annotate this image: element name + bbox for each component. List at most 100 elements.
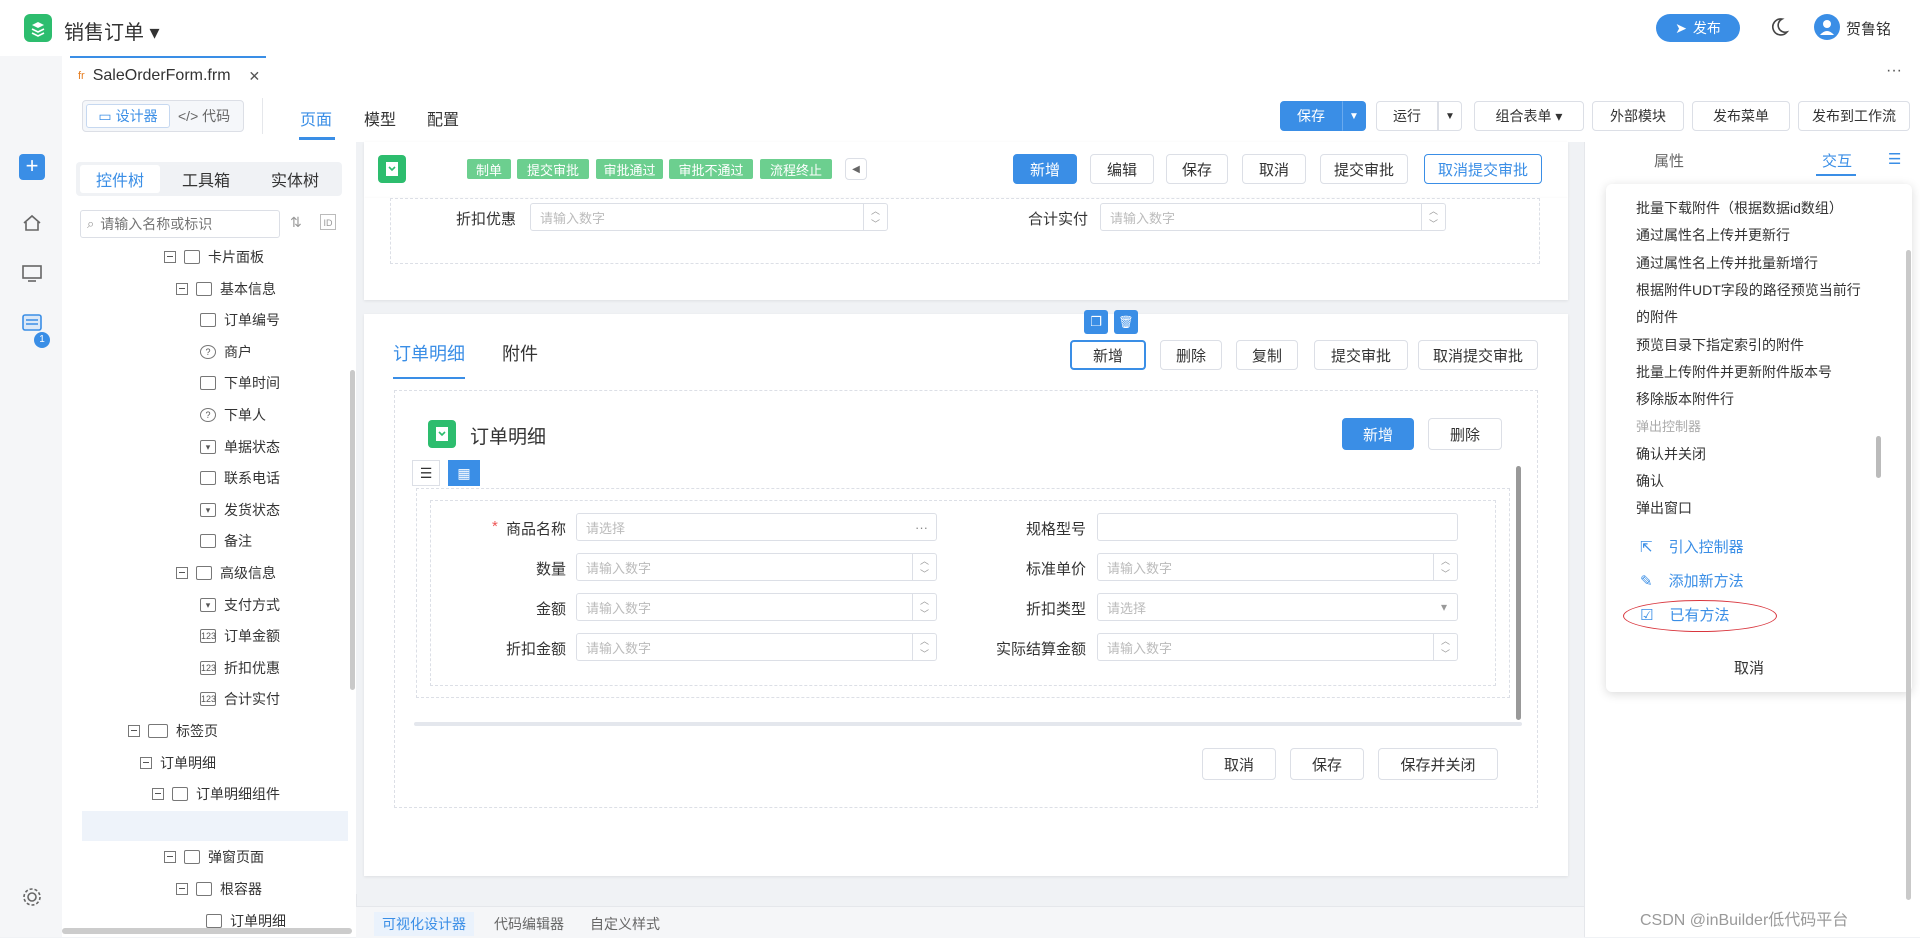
collapse-toggle-icon[interactable]: [140, 756, 152, 769]
detail-horizontal-scrollbar[interactable]: [414, 722, 1522, 726]
file-tab[interactable]: fr SaleOrderForm.frm ✕: [70, 56, 266, 94]
trash-icon[interactable]: 🗑: [1114, 310, 1138, 334]
toolbar-button[interactable]: 编辑: [1090, 154, 1154, 184]
settings-icon[interactable]: [19, 884, 45, 910]
collapse-toggle-icon[interactable]: [176, 567, 188, 579]
avatar[interactable]: [1814, 14, 1840, 40]
username[interactable]: 贺鲁铭: [1846, 18, 1891, 39]
toolbar-button[interactable]: 保存: [1166, 154, 1228, 184]
toolbar-button[interactable]: 保存: [1290, 748, 1364, 780]
tree-node[interactable]: 卡片面板: [164, 244, 264, 270]
tree-node[interactable]: 弹窗页面: [164, 844, 264, 870]
tab-entity-tree[interactable]: 实体树: [252, 165, 338, 193]
stepper-icon[interactable]: ︿ ﹀: [1433, 634, 1457, 660]
app-title[interactable]: 销售订单 ▾: [64, 16, 160, 45]
tree-search-input[interactable]: [98, 215, 263, 233]
status-tag[interactable]: 审批不通过: [669, 159, 753, 179]
tree-node[interactable]: ▾ 支付方式: [200, 592, 280, 618]
save-button[interactable]: 保存: [1280, 101, 1342, 131]
tab-properties[interactable]: 属性: [1654, 150, 1684, 171]
stepper-icon[interactable]: ︿ ﹀: [912, 634, 936, 660]
tree-node[interactable]: 订单编号: [200, 307, 280, 333]
method-item[interactable]: 预览目录下指定索引的附件: [1636, 335, 1804, 355]
total-paid-input[interactable]: 请输入数字 ︿ ﹀: [1100, 203, 1446, 231]
tab-interaction[interactable]: 交互: [1822, 150, 1852, 171]
list-menu-icon[interactable]: ☰: [1888, 150, 1901, 168]
publish-button[interactable]: ➤ 发布: [1656, 14, 1740, 42]
tree-node[interactable]: 高级信息: [176, 560, 276, 586]
method-item[interactable]: 批量上传附件并更新附件版本号: [1636, 362, 1832, 382]
method-item[interactable]: 弹出窗口: [1636, 498, 1692, 518]
collapse-toggle-icon[interactable]: [176, 282, 188, 295]
code-mode-button[interactable]: </> 代码: [178, 106, 230, 126]
toolbar-button[interactable]: 提交审批: [1314, 340, 1408, 370]
combo-form-button[interactable]: 组合表单 ▾: [1474, 101, 1584, 131]
tree-node[interactable]: 123 合计实付: [200, 686, 280, 712]
toolbar-button[interactable]: 取消: [1242, 154, 1306, 184]
popup-scrollbar[interactable]: [1876, 436, 1881, 478]
close-icon[interactable]: ✕: [249, 68, 261, 85]
copy-icon[interactable]: ❐: [1084, 310, 1108, 334]
toolbar-button[interactable]: 取消提交审批: [1418, 340, 1538, 370]
discount-type-select[interactable]: 请选择 ▾: [1097, 593, 1458, 621]
method-item[interactable]: 的附件: [1636, 307, 1678, 327]
quantity-input[interactable]: 请输入数字 ︿ ﹀: [576, 553, 937, 581]
publish-workflow-button[interactable]: 发布到工作流: [1798, 101, 1910, 131]
stepper-icon[interactable]: ︿ ﹀: [1433, 554, 1457, 580]
tree-node[interactable]: ▾ 单据状态: [200, 434, 280, 460]
panel-scrollbar[interactable]: [1906, 250, 1911, 900]
spec-model-input[interactable]: [1097, 513, 1458, 541]
tree-node[interactable]: 联系电话: [200, 465, 280, 491]
amount-input[interactable]: 请输入数字 ︿ ﹀: [576, 593, 937, 621]
tab-toolbox[interactable]: 工具箱: [166, 165, 246, 193]
list-view-icon[interactable]: ☰: [412, 460, 440, 486]
tree-node[interactable]: 订单明细组件: [152, 781, 280, 807]
home-icon[interactable]: [19, 210, 45, 236]
popup-cancel-button[interactable]: 取消: [1734, 657, 1764, 678]
status-tag[interactable]: 提交审批: [517, 159, 589, 179]
stepper-icon[interactable]: ︿ ﹀: [863, 204, 887, 230]
discount-amount-input[interactable]: 请输入数字 ︿ ﹀: [576, 633, 937, 661]
publish-menu-button[interactable]: 发布菜单: [1692, 101, 1790, 131]
collapse-toggle-icon[interactable]: [128, 725, 140, 737]
toolbar-button[interactable]: 删除: [1160, 340, 1222, 370]
collapse-toggle-icon[interactable]: [164, 251, 176, 263]
tree-node[interactable]: ? 商户: [200, 339, 252, 365]
stepper-icon[interactable]: ︿ ﹀: [912, 594, 936, 620]
tree-horizontal-scrollbar[interactable]: [62, 928, 352, 934]
method-item[interactable]: 确认并关闭: [1636, 444, 1706, 464]
status-tag[interactable]: 流程终止: [760, 159, 832, 179]
stepper-icon[interactable]: ︿ ﹀: [912, 554, 936, 580]
method-item[interactable]: 通过属性名上传并批量新增行: [1636, 253, 1818, 273]
designer-mode-button[interactable]: ▭ 设计器: [86, 104, 170, 128]
moon-icon[interactable]: [1768, 16, 1790, 38]
run-dropdown-chevron-icon[interactable]: ▼: [1438, 101, 1462, 131]
detail-add-button[interactable]: 新增: [1342, 418, 1414, 450]
sort-icon[interactable]: ⇅: [290, 214, 302, 231]
tree-node[interactable]: 订单明细: [140, 750, 216, 776]
toolbar-button[interactable]: 新增: [1070, 340, 1146, 370]
status-tag[interactable]: 审批通过: [596, 159, 663, 179]
tree-node[interactable]: ? 下单人: [200, 402, 266, 428]
id-toggle-icon[interactable]: ID: [320, 214, 336, 230]
method-item[interactable]: 根据附件UDT字段的路径预览当前行: [1636, 280, 1861, 300]
stepper-icon[interactable]: ︿ ﹀: [1421, 204, 1445, 230]
tree-node[interactable]: 备注: [200, 528, 252, 554]
product-name-input[interactable]: 请选择 ···: [576, 513, 937, 541]
tab-code-editor[interactable]: 代码编辑器: [494, 912, 564, 936]
tree-node[interactable]: ▾ 发货状态: [200, 497, 280, 523]
status-tag[interactable]: 制单: [467, 159, 511, 179]
add-method-action[interactable]: ✎ 添加新方法: [1640, 570, 1744, 591]
save-dropdown-chevron-icon[interactable]: ▼: [1342, 101, 1366, 131]
collapse-toggle-icon[interactable]: [164, 851, 176, 864]
tree-node[interactable]: 标签页: [128, 718, 218, 744]
run-button[interactable]: 运行: [1376, 101, 1438, 131]
tree-node[interactable]: 123 折扣优惠: [200, 655, 280, 681]
toolbar-button[interactable]: 新增: [1013, 154, 1077, 184]
discount-input[interactable]: 请输入数字 ︿ ﹀: [530, 203, 888, 231]
tab-visual-designer[interactable]: 可视化设计器: [374, 912, 474, 936]
ellipsis-icon[interactable]: ···: [915, 520, 928, 535]
tab-config[interactable]: 配置: [427, 106, 459, 130]
detail-delete-button[interactable]: 删除: [1428, 418, 1502, 450]
chevron-down-icon[interactable]: ▾: [1441, 600, 1447, 614]
